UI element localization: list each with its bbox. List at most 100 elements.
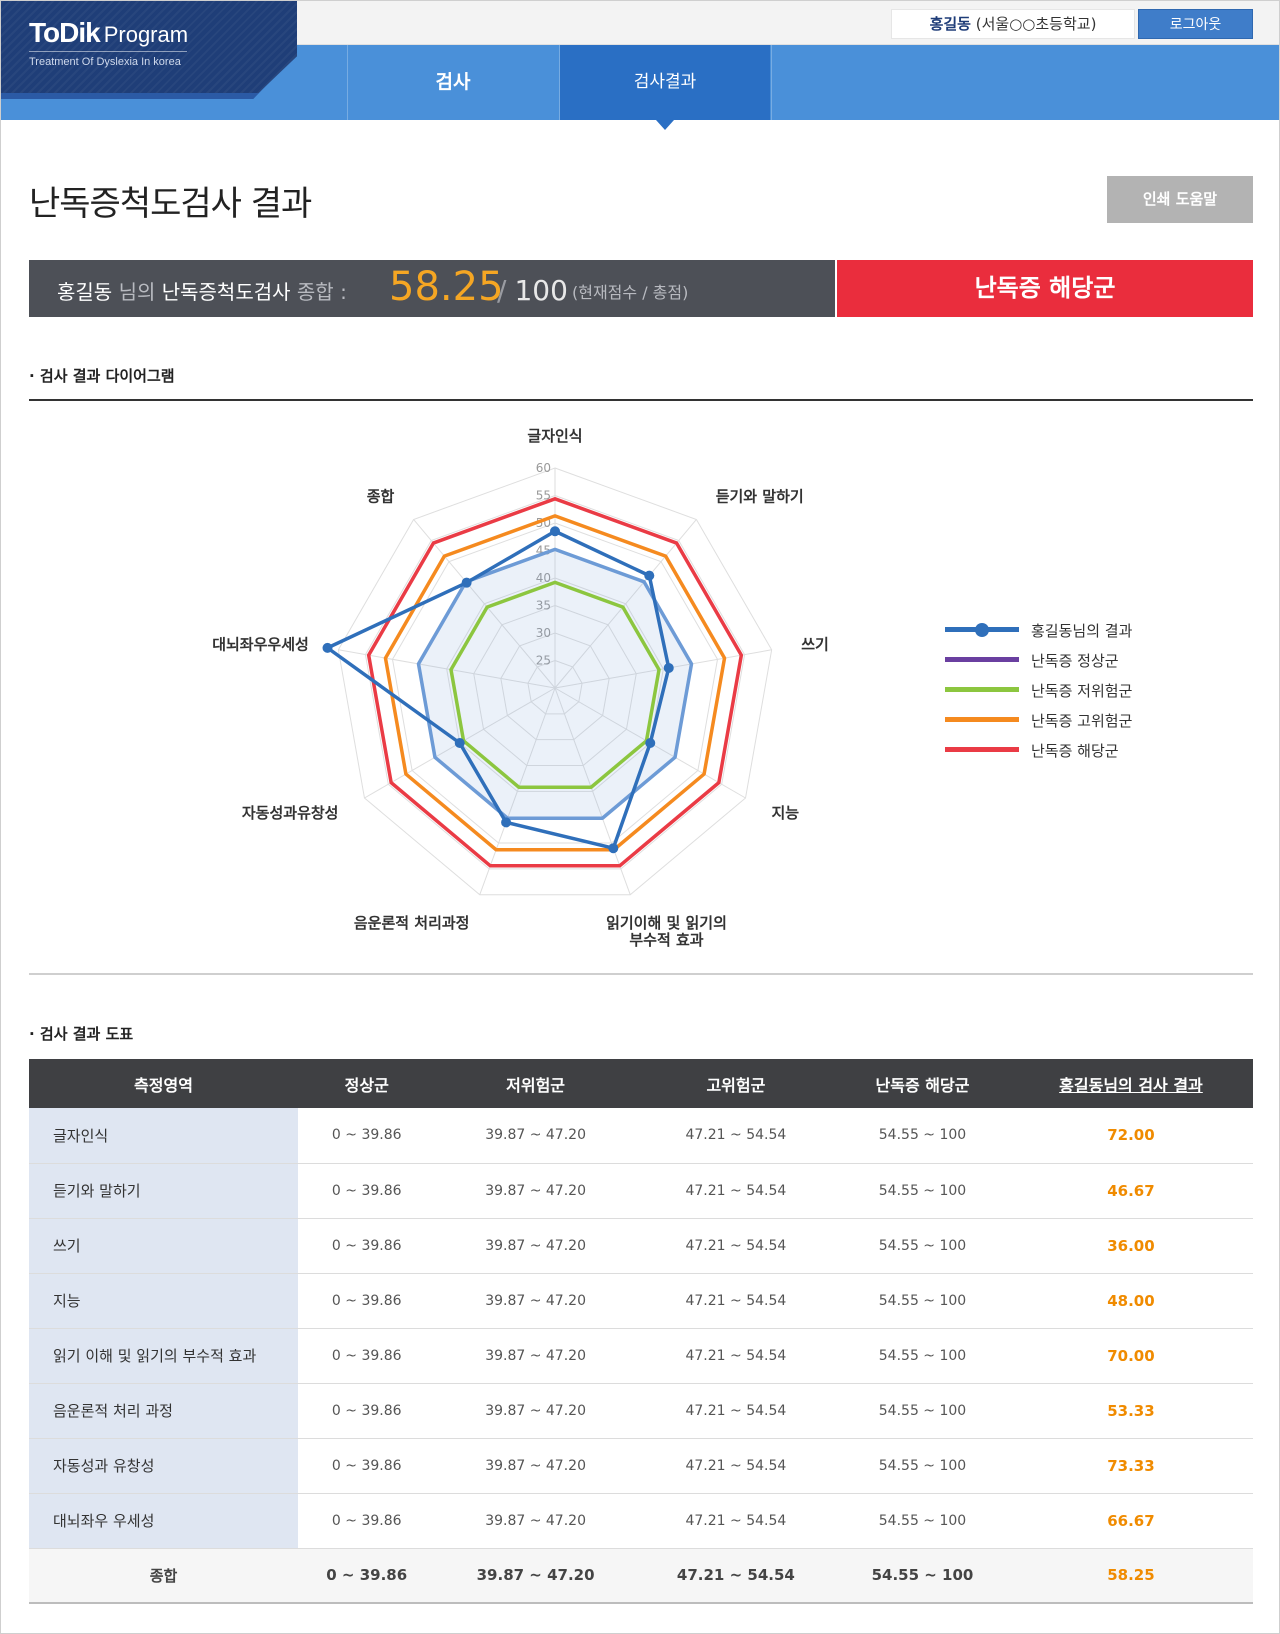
cell-normal: 0 ~ 39.86 bbox=[298, 1108, 436, 1164]
cell-dys: 54.55 ~ 100 bbox=[836, 1493, 1009, 1549]
cell-result: 72.00 bbox=[1008, 1108, 1253, 1164]
cell-area: 쓰기 bbox=[29, 1218, 298, 1274]
cell-dys: 54.55 ~ 100 bbox=[836, 1273, 1009, 1329]
logo-divider bbox=[29, 51, 187, 52]
axis-label: 듣기와 말하기 bbox=[716, 487, 804, 505]
axis-label: 읽기이해 및 읽기의 bbox=[606, 914, 727, 932]
cell-high: 47.21 ~ 54.54 bbox=[635, 1163, 837, 1219]
series-point bbox=[663, 662, 674, 673]
legend-label: 난독증 해당군 bbox=[1031, 742, 1119, 760]
axis-label: 자동성과유창성 bbox=[242, 804, 339, 822]
table-row: 쓰기 0 ~ 39.86 39.87 ~ 47.20 47.21 ~ 54.54 54.… bbox=[29, 1218, 1253, 1274]
cell-low: 39.87 ~ 47.20 bbox=[435, 1108, 636, 1164]
cell-result: 70.00 bbox=[1008, 1328, 1253, 1384]
cell-area: 음운론적 처리 과정 bbox=[29, 1383, 298, 1439]
series-point bbox=[461, 577, 472, 588]
header-dyslexia: 난독증 해당군 bbox=[836, 1059, 1009, 1108]
legend-label: 난독증 저위험군 bbox=[1031, 682, 1133, 700]
cell-low: 39.87 ~ 47.20 bbox=[435, 1493, 636, 1549]
summary-name: 홍길동 bbox=[57, 280, 113, 304]
legend-swatch bbox=[945, 747, 1019, 752]
cell-result: 48.00 bbox=[1008, 1273, 1253, 1329]
cell-high: 47.21 ~ 54.54 bbox=[635, 1218, 837, 1274]
max-score: /100 bbox=[497, 274, 568, 307]
cell-result: 36.00 bbox=[1008, 1218, 1253, 1274]
cell-normal: 0 ~ 39.86 bbox=[298, 1438, 436, 1494]
cell-normal: 0 ~ 39.86 bbox=[298, 1218, 436, 1274]
cell-area: 자동성과 유창성 bbox=[29, 1438, 298, 1494]
score-unit-note: (현재점수 / 총점) bbox=[572, 283, 689, 302]
table-section-title: · 검사 결과 도표 bbox=[29, 1025, 134, 1043]
summary-test-name: 난독증척도검사 bbox=[161, 280, 291, 304]
logo-title: ToDik Program bbox=[29, 17, 188, 49]
cell-area: 대뇌좌우 우세성 bbox=[29, 1493, 298, 1549]
table-header-row: 측정영역 정상군 저위험군 고위험군 난독증 해당군 홍길동님의 검사 결과 bbox=[29, 1059, 1253, 1108]
cell-normal: 0 ~ 39.86 bbox=[298, 1493, 436, 1549]
axis-label: 종합 bbox=[367, 487, 395, 505]
score-slash: / bbox=[497, 274, 507, 307]
total-score-value: 58.25 bbox=[389, 264, 504, 310]
cell-dys: 54.55 ~ 100 bbox=[836, 1438, 1009, 1494]
cell-result: 66.67 bbox=[1008, 1493, 1253, 1549]
cell-area: 듣기와 말하기 bbox=[29, 1163, 298, 1219]
nav-separator bbox=[771, 45, 772, 120]
series-point bbox=[644, 570, 655, 581]
header-normal: 정상군 bbox=[298, 1059, 436, 1108]
cell-high: 47.21 ~ 54.54 bbox=[635, 1328, 837, 1384]
cell-result: 53.33 bbox=[1008, 1383, 1253, 1439]
tick-label: 60 bbox=[536, 461, 551, 475]
print-help-button[interactable]: 인쇄 도움말 bbox=[1107, 176, 1253, 223]
table-row: 자동성과 유창성 0 ~ 39.86 39.87 ~ 47.20 47.21 ~ 54… bbox=[29, 1438, 1253, 1494]
logo-main-text: ToDik bbox=[29, 17, 101, 48]
legend-marker bbox=[975, 623, 989, 637]
cell-low: 39.87 ~ 47.20 bbox=[435, 1438, 636, 1494]
header-result: 홍길동님의 검사 결과 bbox=[1008, 1059, 1253, 1108]
cell-high: 47.21 ~ 54.54 bbox=[635, 1383, 837, 1439]
table-total-row: 종합 0 ~ 39.86 39.87 ~ 47.20 47.21 ~ 54.54 54.… bbox=[29, 1548, 1253, 1604]
cell-area: 종합 bbox=[29, 1548, 298, 1604]
series-point bbox=[454, 738, 465, 748]
legend-swatch bbox=[945, 687, 1019, 692]
cell-low: 39.87 ~ 47.20 bbox=[435, 1383, 636, 1439]
series-point bbox=[322, 642, 333, 653]
cell-result: 73.33 bbox=[1008, 1438, 1253, 1494]
cell-high: 47.21 ~ 54.54 bbox=[635, 1108, 837, 1164]
page-frame: ToDik Program Treatment Of Dyslexia In ko… bbox=[0, 0, 1280, 1634]
cell-result: 46.67 bbox=[1008, 1163, 1253, 1219]
user-info: 홍길동 (서울○○초등학교) bbox=[891, 9, 1135, 39]
table-row: 듣기와 말하기 0 ~ 39.86 39.87 ~ 47.20 47.21 ~ 54.… bbox=[29, 1163, 1253, 1219]
axis-label: 쓰기 bbox=[801, 636, 829, 654]
cell-dys: 54.55 ~ 100 bbox=[836, 1163, 1009, 1219]
cell-normal: 0 ~ 39.86 bbox=[298, 1328, 436, 1384]
cell-high: 47.21 ~ 54.54 bbox=[635, 1548, 837, 1604]
section-divider bbox=[29, 399, 1253, 401]
logout-button[interactable]: 로그아웃 bbox=[1138, 9, 1253, 39]
legend-item: 홍길동님의 결과 bbox=[945, 615, 1205, 645]
legend-item: 난독증 정상군 bbox=[945, 645, 1205, 675]
diagnosis-status-badge: 난독증 해당군 bbox=[837, 260, 1253, 317]
results-table: 측정영역 정상군 저위험군 고위험군 난독증 해당군 홍길동님의 검사 결과 글… bbox=[29, 1059, 1253, 1604]
nav-tab-test[interactable]: 검사 bbox=[348, 45, 558, 120]
section-divider bbox=[29, 973, 1253, 975]
series-point bbox=[501, 817, 512, 828]
cell-normal: 0 ~ 39.86 bbox=[298, 1383, 436, 1439]
legend-label: 난독증 정상군 bbox=[1031, 652, 1119, 670]
series-point bbox=[645, 738, 656, 748]
table-row: 읽기 이해 및 읽기의 부수적 효과 0 ~ 39.86 39.87 ~ 47.20… bbox=[29, 1328, 1253, 1384]
cell-high: 47.21 ~ 54.54 bbox=[635, 1438, 837, 1494]
axis-label: 대뇌좌우우세성 bbox=[212, 636, 309, 654]
cell-high: 47.21 ~ 54.54 bbox=[635, 1493, 837, 1549]
legend-label: 홍길동님의 결과 bbox=[1031, 622, 1133, 640]
table-row: 음운론적 처리 과정 0 ~ 39.86 39.87 ~ 47.20 47.21 ~ … bbox=[29, 1383, 1253, 1439]
table-row: 지능 0 ~ 39.86 39.87 ~ 47.20 47.21 ~ 54.54 54.… bbox=[29, 1273, 1253, 1329]
legend-label: 난독증 고위험군 bbox=[1031, 712, 1133, 730]
legend-swatch bbox=[945, 657, 1019, 662]
cell-high: 47.21 ~ 54.54 bbox=[635, 1273, 837, 1329]
cell-low: 39.87 ~ 47.20 bbox=[435, 1218, 636, 1274]
header-area: 측정영역 bbox=[29, 1059, 298, 1108]
nav-tab-results[interactable]: 검사결과 bbox=[560, 45, 770, 130]
cell-dys: 54.55 ~ 100 bbox=[836, 1108, 1009, 1164]
cell-low: 39.87 ~ 47.20 bbox=[435, 1273, 636, 1329]
cell-low: 39.87 ~ 47.20 bbox=[435, 1163, 636, 1219]
cell-normal: 0 ~ 39.86 bbox=[298, 1548, 436, 1604]
